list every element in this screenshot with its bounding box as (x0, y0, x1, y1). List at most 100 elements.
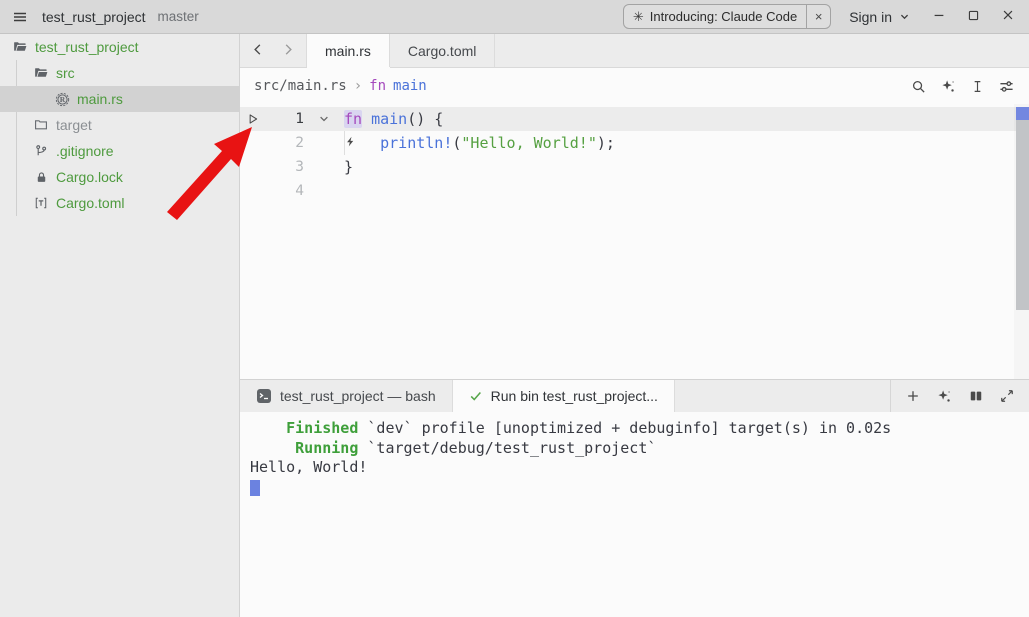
arrow-left-icon (250, 42, 265, 60)
chevron-down-icon (899, 11, 910, 22)
title-bar-right: ✳ Introducing: Claude Code × Sign in (623, 4, 1019, 29)
folder-closed-icon (33, 118, 49, 132)
sidebar-item-target[interactable]: target (0, 112, 239, 138)
code-token: main (371, 110, 407, 128)
terminal-tab-test-rust-project-bash[interactable]: test_rust_project — bash (240, 380, 453, 412)
window-controls (932, 8, 1019, 25)
terminal-text (250, 439, 295, 457)
terminal-tab-label: test_rust_project — bash (280, 388, 436, 404)
terminal-cursor-line (250, 478, 1029, 498)
gutter: 3 (240, 159, 344, 175)
sidebar-item-test-rust-project[interactable]: test_rust_project (0, 34, 239, 60)
check-icon (469, 389, 483, 403)
sidebar-item-gitignore[interactable]: .gitignore (0, 138, 239, 164)
back-button[interactable] (250, 42, 265, 60)
arrow-right-icon (281, 42, 296, 60)
tab-label: Cargo.toml (408, 43, 476, 59)
history-nav (240, 34, 307, 67)
file-name: .gitignore (56, 143, 114, 159)
code-token: () { (407, 110, 443, 128)
code-text[interactable]: fn main() { (344, 110, 443, 128)
gutter: 2 (240, 135, 344, 151)
terminal-output[interactable]: Finished `dev` profile [unoptimized + de… (240, 412, 1029, 617)
line-number: 1 (266, 111, 304, 127)
line-number: 4 (266, 183, 304, 199)
breadcrumb-symbol-keyword[interactable]: fn (369, 78, 386, 94)
cargo-status: Running (295, 439, 358, 457)
editor-controls-icon[interactable] (998, 78, 1015, 95)
file-name: target (56, 117, 92, 133)
breadcrumb-symbol-name[interactable]: main (393, 78, 427, 94)
code-line-1[interactable]: 1 fn main() { (240, 107, 1029, 131)
maximize-button[interactable] (967, 9, 980, 25)
code-line-4[interactable]: 4 (240, 179, 1029, 203)
project-name[interactable]: test_rust_project (42, 9, 146, 25)
terminal-assist-button[interactable] (936, 388, 953, 405)
code-text[interactable]: } (344, 158, 353, 176)
terminal-text: `dev` profile [unoptimized + debuginfo] … (358, 419, 891, 437)
tab-label: main.rs (325, 43, 371, 59)
code-token: } (344, 158, 353, 176)
terminal-text (250, 419, 286, 437)
split-pane-button[interactable] (968, 388, 984, 404)
zed-window: test_rust_project master ✳ Introducing: … (0, 0, 1029, 617)
inline-assist-icon[interactable] (940, 78, 957, 95)
edit-cursor-icon[interactable] (970, 78, 985, 95)
terminal-text: Hello, World! (250, 458, 367, 476)
terminal-tab-label: Run bin test_rust_project... (491, 388, 658, 404)
branch-name[interactable]: master (158, 9, 199, 24)
sidebar-item-main-rs[interactable]: Rmain.rs (0, 86, 239, 112)
editor-tabs: main.rs Cargo.toml (307, 34, 495, 67)
breadcrumb[interactable]: src/main.rs › fn main (240, 68, 1029, 104)
new-terminal-button[interactable] (905, 388, 921, 404)
breadcrumb-separator: › (354, 78, 362, 94)
sidebar-item-cargo-lock[interactable]: Cargo.lock (0, 164, 239, 190)
close-button[interactable] (1001, 8, 1015, 25)
terminal-cursor (250, 480, 260, 496)
file-name: Cargo.toml (56, 195, 124, 211)
editor-tab-bar: main.rs Cargo.toml (240, 34, 1029, 68)
fold-chevron-icon[interactable] (304, 113, 344, 125)
code-text[interactable]: println!("Hello, World!"); (344, 134, 615, 152)
terminal-tab-bar: test_rust_project — bash Run bin test_rus… (240, 379, 1029, 412)
menu-icon[interactable] (10, 7, 30, 27)
code-token: fn (344, 110, 362, 128)
git-branch-icon (33, 144, 49, 158)
breadcrumb-path[interactable]: src/main.rs (254, 78, 347, 94)
terminal-tab-run-bin-test-rust-project[interactable]: Run bin test_rust_project... (453, 380, 675, 412)
terminal-line: Running `target/debug/test_rust_project` (250, 439, 1029, 459)
project-panel[interactable]: test_rust_projectsrc Rmain.rs target .gitig… (0, 34, 240, 617)
code-line-3[interactable]: 3} (240, 155, 1029, 179)
file-name: Cargo.lock (56, 169, 123, 185)
file-name: test_rust_project (35, 39, 139, 55)
title-bar: test_rust_project master ✳ Introducing: … (0, 0, 1029, 34)
editor-scrollbar[interactable] (1014, 104, 1029, 379)
banner-label: Introducing: Claude Code (650, 9, 806, 24)
code-editor[interactable]: 1 fn main() { 2 println!("Hello, World!");… (240, 104, 1029, 379)
claude-spark-icon: ✳ (624, 9, 650, 25)
code-line-2[interactable]: 2 println!("Hello, World!"); (240, 131, 1029, 155)
sidebar-item-src[interactable]: src (0, 60, 239, 86)
line-number: 2 (266, 135, 304, 151)
sign-in-button[interactable]: Sign in (849, 9, 910, 25)
terminal-toolbar (890, 380, 1029, 412)
claude-code-banner[interactable]: ✳ Introducing: Claude Code × (623, 4, 831, 29)
tab-main-rs[interactable]: main.rs (307, 34, 390, 67)
expand-panel-button[interactable] (999, 388, 1015, 404)
file-name: src (56, 65, 75, 81)
code-action-lightning-icon[interactable] (345, 135, 356, 148)
banner-close-button[interactable]: × (806, 5, 830, 28)
minimize-button[interactable] (932, 8, 946, 25)
tab-cargo-toml[interactable]: Cargo.toml (390, 34, 495, 67)
terminal-text: `target/debug/test_rust_project` (358, 439, 656, 457)
svg-text:R: R (59, 95, 65, 104)
scrollbar-thumb[interactable] (1016, 107, 1029, 310)
gutter: 4 (240, 183, 344, 199)
minimize-icon (932, 8, 946, 25)
forward-button[interactable] (281, 42, 296, 60)
cursor-position-marker (1016, 107, 1029, 120)
search-icon[interactable] (910, 78, 927, 95)
run-button[interactable] (240, 113, 266, 125)
code-token: "Hello, World!" (461, 134, 596, 152)
sidebar-item-cargo-toml[interactable]: Cargo.toml (0, 190, 239, 216)
